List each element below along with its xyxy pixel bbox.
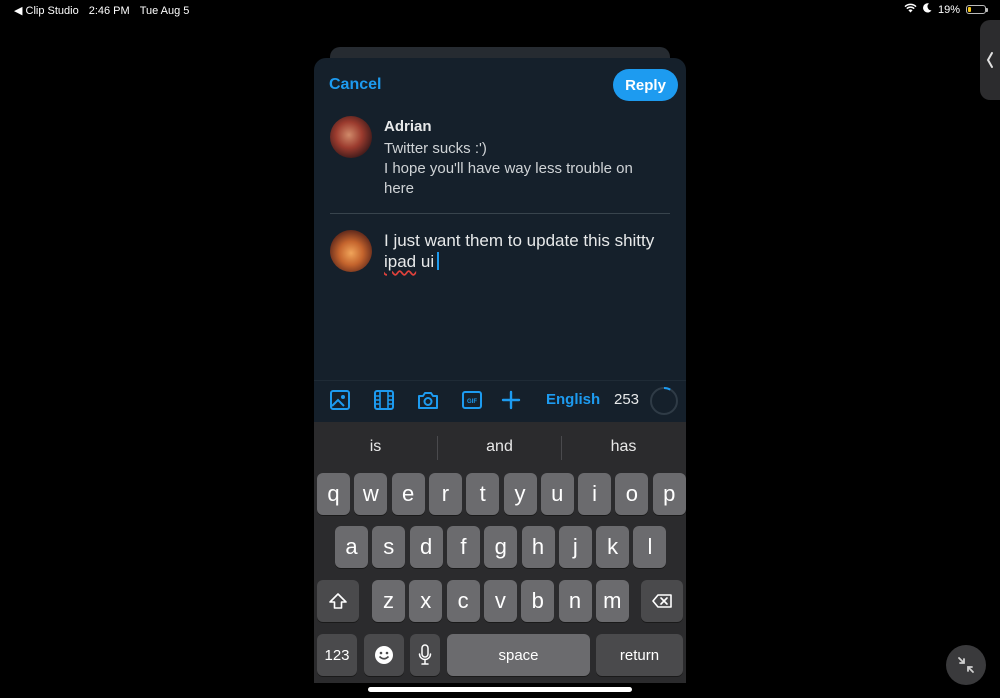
user-avatar <box>330 230 372 272</box>
space-key[interactable]: space <box>447 634 590 676</box>
key-u[interactable]: u <box>540 473 574 515</box>
key-b[interactable]: b <box>521 580 555 622</box>
key-y[interactable]: y <box>503 473 537 515</box>
key-k[interactable]: k <box>596 526 630 568</box>
key-s[interactable]: s <box>372 526 406 568</box>
key-i[interactable]: i <box>578 473 612 515</box>
side-panel-handle[interactable] <box>980 20 1000 100</box>
shift-icon <box>329 593 347 609</box>
emoji-key[interactable] <box>364 634 404 676</box>
status-time: 2:46 PM <box>88 4 130 17</box>
key-m[interactable]: m <box>595 580 629 622</box>
dictation-key[interactable] <box>410 634 440 676</box>
reply-text-input[interactable]: I just want them to update this shitty i… <box>384 230 674 272</box>
home-indicator[interactable] <box>368 687 632 692</box>
key-n[interactable]: n <box>558 580 592 622</box>
key-q[interactable]: q <box>317 473 350 515</box>
video-icon[interactable] <box>373 389 395 411</box>
moon-icon <box>923 3 932 16</box>
exit-fullscreen-button[interactable] <box>946 645 986 685</box>
reply-sheet: Cancel Reply Adrian Twitter sucks :') I … <box>314 58 686 683</box>
shift-key[interactable] <box>317 580 359 622</box>
key-d[interactable]: d <box>409 526 443 568</box>
original-post-line: Twitter sucks :') <box>384 140 487 157</box>
svg-text:GIF: GIF <box>467 399 477 405</box>
char-count: 253 <box>614 391 640 408</box>
suggestion-item[interactable]: and <box>438 422 561 472</box>
camera-icon[interactable] <box>417 389 439 411</box>
reply-text-rest: ui <box>416 252 435 271</box>
misspelled-word[interactable]: ipad <box>384 252 416 271</box>
original-author-avatar <box>330 116 372 158</box>
suggestion-item[interactable]: has <box>562 422 685 472</box>
key-e[interactable]: e <box>391 473 425 515</box>
key-j[interactable]: j <box>558 526 592 568</box>
numbers-key[interactable]: 123 <box>317 634 357 676</box>
wifi-icon <box>904 3 917 16</box>
battery-percent: 19% <box>937 3 960 16</box>
status-date: Tue Aug 5 <box>139 4 190 17</box>
key-h[interactable]: h <box>521 526 555 568</box>
original-author-name: Adrian <box>384 118 432 135</box>
char-progress-ring <box>650 387 678 415</box>
divider <box>330 213 670 214</box>
text-cursor <box>437 252 439 270</box>
add-icon[interactable] <box>500 389 522 411</box>
original-post-line: I hope you'll have way less trouble on <box>384 160 633 177</box>
gif-icon[interactable]: GIF <box>461 389 483 411</box>
emoji-icon <box>375 646 393 664</box>
key-z[interactable]: z <box>372 580 405 622</box>
original-post-text: Twitter sucks :') I hope you'll have way… <box>384 139 664 199</box>
delete-key[interactable] <box>641 580 683 622</box>
compose-toolbar: GIF English 253 <box>314 380 686 421</box>
suggestion-item[interactable]: is <box>314 422 437 472</box>
language-selector[interactable]: English <box>546 391 600 408</box>
key-l[interactable]: l <box>633 526 667 568</box>
key-g[interactable]: g <box>484 526 518 568</box>
microphone-icon <box>418 644 432 665</box>
back-to-app-link[interactable]: ◀ Clip Studio <box>14 4 79 17</box>
key-o[interactable]: o <box>615 473 649 515</box>
key-c[interactable]: c <box>446 580 480 622</box>
image-icon[interactable] <box>329 389 351 411</box>
key-w[interactable]: w <box>354 473 388 515</box>
chevron-left-icon <box>986 52 993 68</box>
key-t[interactable]: t <box>466 473 500 515</box>
key-v[interactable]: v <box>483 580 517 622</box>
key-x[interactable]: x <box>409 580 443 622</box>
key-f[interactable]: f <box>446 526 480 568</box>
cancel-button[interactable]: Cancel <box>329 76 381 94</box>
key-p[interactable]: p <box>652 473 686 515</box>
collapse-icon <box>958 657 974 673</box>
original-post-line: here <box>384 180 415 197</box>
battery-icon <box>966 5 988 14</box>
keyboard: is and has q w e r t y u i o p a s d f g h j k l z x c v b n m 123 spa… <box>314 422 686 683</box>
battery-level <box>968 7 971 12</box>
backspace-icon <box>652 594 672 608</box>
reply-text-line: I just want them to update this shitty <box>384 231 655 250</box>
key-r[interactable]: r <box>428 473 462 515</box>
key-a[interactable]: a <box>335 526 368 568</box>
return-key[interactable]: return <box>596 634 683 676</box>
status-bar: ◀ Clip Studio 2:46 PM Tue Aug 5 19% <box>0 0 1000 20</box>
reply-button[interactable]: Reply <box>613 69 678 101</box>
